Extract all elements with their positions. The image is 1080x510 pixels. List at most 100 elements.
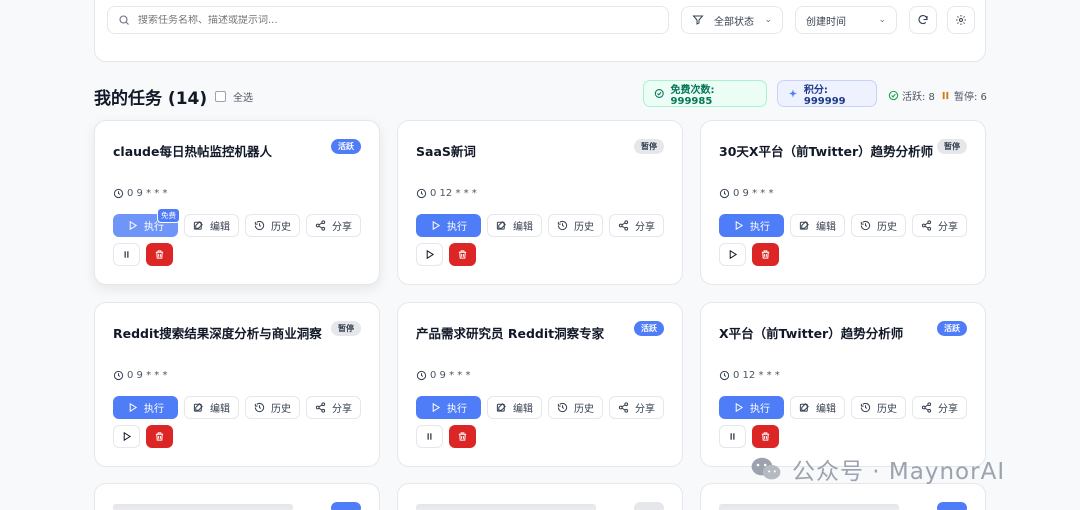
share-icon [618, 402, 629, 413]
paused-stat: 暂停: 6 [940, 88, 987, 103]
history-label: 历史 [877, 404, 897, 415]
share-button[interactable]: 分享 [306, 396, 361, 419]
share-button[interactable]: 分享 [912, 396, 967, 419]
share-button[interactable]: 分享 [306, 214, 361, 237]
status-filter-select[interactable]: 全部状态 ⌄ [681, 6, 783, 34]
resume-button[interactable] [719, 243, 746, 266]
delete-button[interactable] [146, 425, 173, 448]
trash-icon [458, 432, 467, 441]
history-button[interactable]: 历史 [548, 396, 603, 419]
secondary-action-row [416, 243, 476, 266]
task-card[interactable]: 30天X平台（前Twitter）趋势分析师 暂停 0 9 * * * 执行 编辑… [700, 120, 986, 285]
paused-stat-label: 暂停: 6 [954, 92, 987, 103]
history-button[interactable]: 历史 [245, 214, 300, 237]
resume-button[interactable] [416, 243, 443, 266]
edit-icon [193, 403, 203, 412]
share-label: 分享 [938, 404, 958, 415]
delete-button[interactable] [449, 243, 476, 266]
edit-label: 编辑 [210, 222, 230, 233]
free-count-badge: 免费次数: 999985 [643, 80, 767, 107]
play-icon [129, 220, 138, 231]
share-button[interactable]: 分享 [609, 214, 664, 237]
history-button[interactable]: 历史 [851, 396, 906, 419]
action-row: 执行 编辑 历史 分享 [416, 214, 664, 237]
status-badge: 活跃 [937, 321, 967, 336]
edit-button[interactable]: 编辑 [184, 214, 239, 237]
filter-icon [692, 15, 704, 25]
edit-label: 编辑 [816, 222, 836, 233]
status-badge: 活跃 [331, 139, 361, 154]
share-label: 分享 [332, 222, 352, 233]
run-label: 执行 [447, 222, 467, 233]
delete-button[interactable] [752, 243, 779, 266]
task-card[interactable]: Reddit搜索结果深度分析与商业洞察 暂停 0 9 * * * 执行 编辑 历… [94, 302, 380, 467]
delete-button[interactable] [146, 243, 173, 266]
task-title-partial [113, 504, 293, 510]
checkbox[interactable] [215, 91, 226, 102]
task-card[interactable]: X平台（前Twitter）趋势分析师 活跃 0 12 * * * 执行 编辑 历… [700, 302, 986, 467]
pause-button[interactable] [416, 425, 443, 448]
edit-button[interactable]: 编辑 [184, 396, 239, 419]
edit-button[interactable]: 编辑 [790, 214, 845, 237]
sparkle-icon [789, 89, 797, 98]
history-button[interactable]: 历史 [851, 214, 906, 237]
secondary-action-row [113, 425, 173, 448]
secondary-action-row [113, 243, 173, 266]
resume-button[interactable] [113, 425, 140, 448]
edit-icon [799, 221, 809, 230]
edit-button[interactable]: 编辑 [790, 396, 845, 419]
action-row: 执行 编辑 历史 分享 [416, 396, 664, 419]
schedule-cron: 0 9 * * * [127, 188, 168, 199]
edit-icon [496, 221, 506, 230]
task-card-partial[interactable] [397, 483, 683, 510]
refresh-button[interactable] [909, 6, 937, 34]
run-button[interactable]: 执行 [719, 214, 784, 237]
task-card-partial[interactable] [94, 483, 380, 510]
pause-button[interactable] [719, 425, 746, 448]
task-card[interactable]: SaaS新词 暂停 0 12 * * * 执行 编辑 历史 分享 [397, 120, 683, 285]
search-box[interactable] [107, 6, 669, 34]
points-badge: 积分: 999999 [777, 80, 877, 107]
run-button[interactable]: 执行 [416, 214, 481, 237]
share-icon [315, 220, 326, 231]
clock-icon [719, 188, 730, 199]
run-button[interactable]: 执行 [113, 396, 178, 419]
history-button[interactable]: 历史 [245, 396, 300, 419]
share-button[interactable]: 分享 [912, 214, 967, 237]
filter-panel: 全部状态 ⌄ 创建时间 ⌄ [94, 0, 986, 62]
sort-select[interactable]: 创建时间 ⌄ [795, 6, 897, 34]
edit-button[interactable]: 编辑 [487, 214, 542, 237]
action-row: 执行 编辑 历史 分享 [113, 396, 361, 419]
task-card-partial[interactable] [700, 483, 986, 510]
history-label: 历史 [271, 404, 291, 415]
edit-label: 编辑 [513, 222, 533, 233]
delete-button[interactable] [752, 425, 779, 448]
task-title: 30天X平台（前Twitter）趋势分析师 [719, 144, 934, 159]
task-card[interactable]: 产品需求研究员 Reddit洞察专家 活跃 0 9 * * * 执行 编辑 历史… [397, 302, 683, 467]
select-all-checkbox[interactable]: 全选 [215, 89, 253, 104]
schedule-cron: 0 12 * * * [430, 188, 477, 199]
trash-icon [155, 250, 164, 259]
run-button[interactable]: 执行 [416, 396, 481, 419]
free-tag: 免费 [157, 208, 180, 223]
clock-icon [416, 370, 427, 381]
edit-label: 编辑 [816, 404, 836, 415]
history-icon [860, 220, 871, 231]
watermark-text: 公众号 · MaynorAI [792, 459, 1006, 485]
share-button[interactable]: 分享 [609, 396, 664, 419]
search-input[interactable] [138, 14, 638, 26]
task-card[interactable]: claude每日热帖监控机器人 活跃 0 9 * * * 执行 免费 编辑 历史… [94, 120, 380, 285]
secondary-action-row [719, 425, 779, 448]
play-icon [123, 431, 132, 442]
status-badge: 暂停 [937, 139, 967, 154]
delete-button[interactable] [449, 425, 476, 448]
run-button[interactable]: 执行 免费 [113, 208, 180, 237]
edit-button[interactable]: 编辑 [487, 396, 542, 419]
history-button[interactable]: 历史 [548, 214, 603, 237]
check-circle-icon [654, 89, 664, 98]
clock-icon [113, 370, 124, 381]
run-button[interactable]: 执行 [719, 396, 784, 419]
settings-button[interactable] [947, 6, 975, 34]
pause-button[interactable] [113, 243, 140, 266]
task-title-partial [719, 504, 899, 510]
